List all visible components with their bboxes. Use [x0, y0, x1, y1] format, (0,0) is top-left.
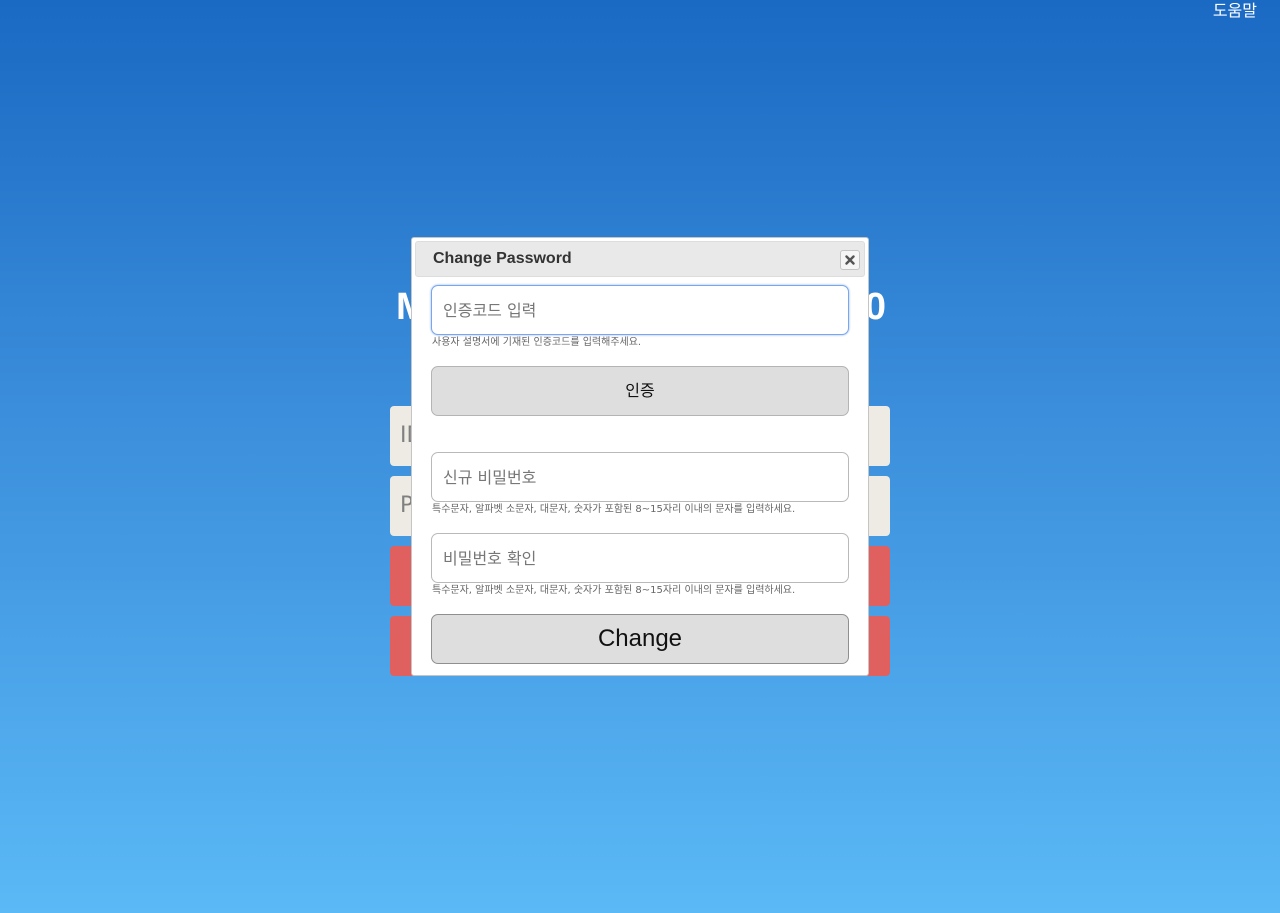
dialog-close-button[interactable]	[840, 250, 860, 270]
change-password-dialog: Change Password 사용자 설명서에 기재된 인증코드를 입력해주세…	[411, 237, 869, 676]
close-icon	[845, 255, 855, 265]
auth-code-input[interactable]	[431, 285, 849, 335]
help-link[interactable]: 도움말	[1213, 0, 1257, 22]
confirm-password-hint: 특수문자, 알파벳 소문자, 대문자, 숫자가 포함된 8~15자리 이내의 문…	[432, 585, 796, 596]
verify-button[interactable]: 인증	[431, 366, 849, 416]
new-password-input[interactable]	[431, 452, 849, 502]
new-password-hint: 특수문자, 알파벳 소문자, 대문자, 숫자가 포함된 8~15자리 이내의 문…	[432, 504, 796, 515]
auth-code-hint: 사용자 설명서에 기재된 인증코드를 입력해주세요.	[432, 337, 642, 348]
dialog-title: Change Password	[433, 250, 572, 267]
dialog-titlebar[interactable]: Change Password	[415, 241, 865, 277]
confirm-password-input[interactable]	[431, 533, 849, 583]
change-button[interactable]: Change	[431, 614, 849, 664]
